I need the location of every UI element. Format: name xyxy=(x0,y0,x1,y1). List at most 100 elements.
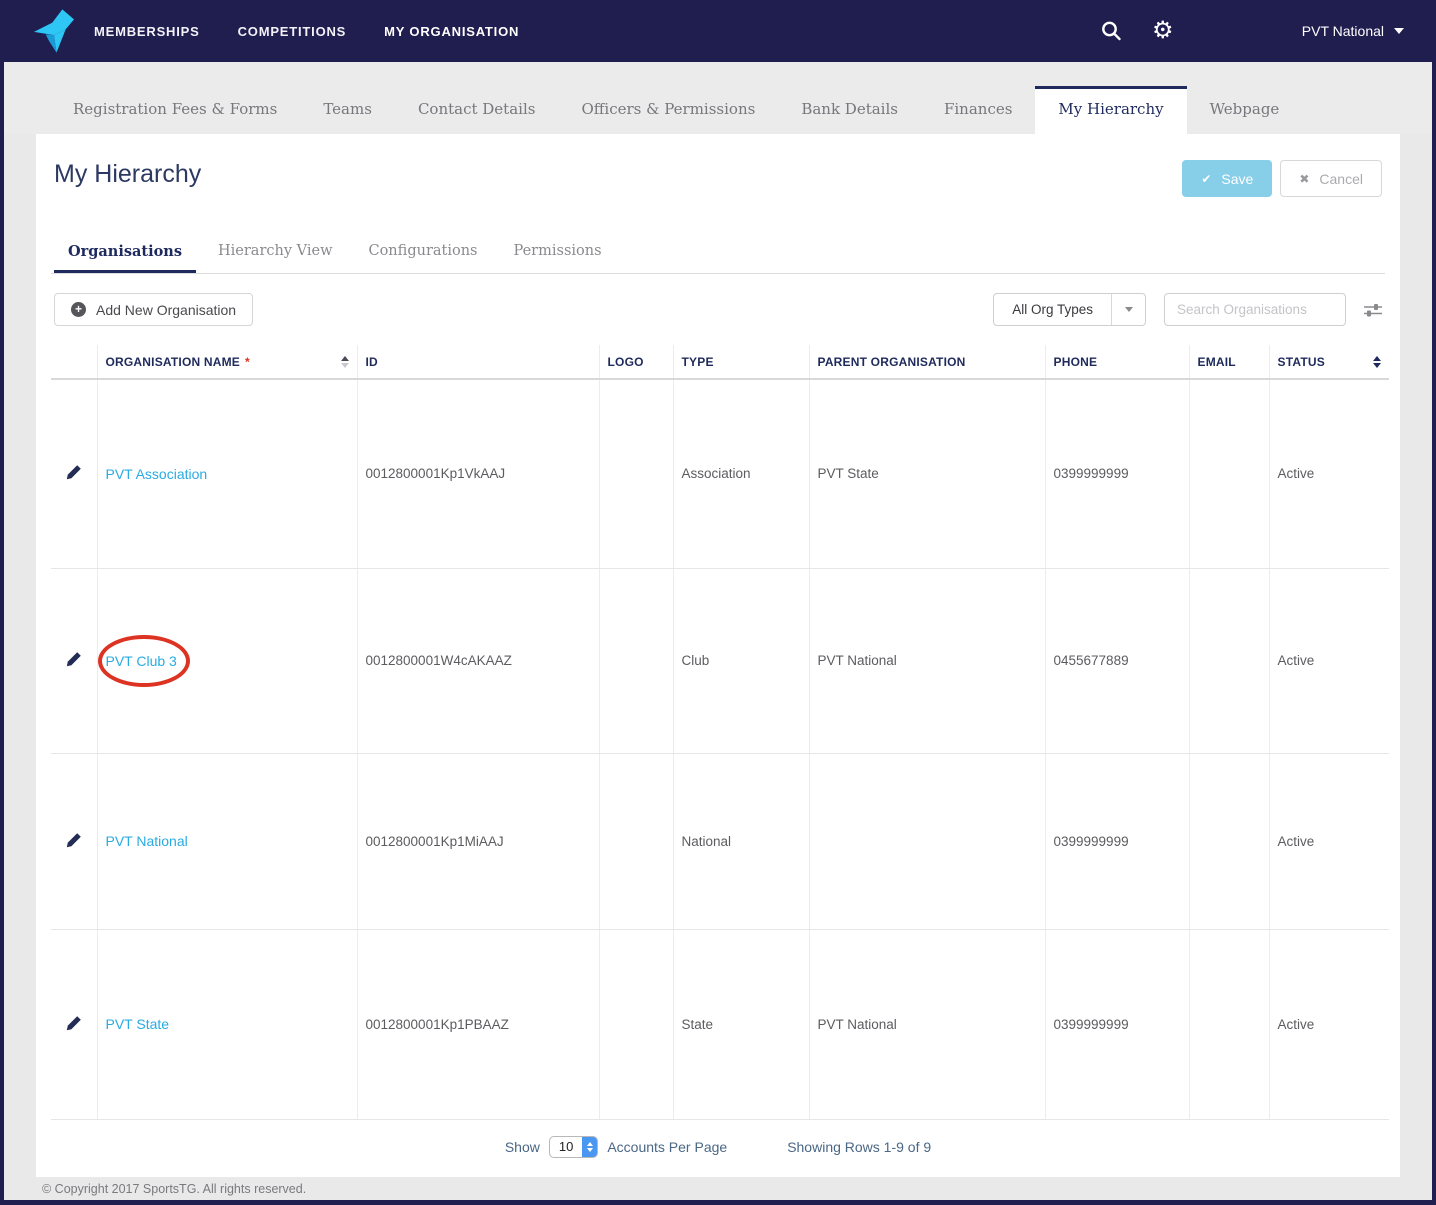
id-cell: 0012800001W4cAKAAZ xyxy=(356,568,599,754)
nav-item-memberships[interactable]: MEMBERSHIPS xyxy=(94,24,200,39)
subtab-configurations[interactable]: Configurations xyxy=(354,233,491,273)
tab-contact-details[interactable]: Contact Details xyxy=(395,86,559,134)
tab-teams[interactable]: Teams xyxy=(300,86,395,134)
column-label: ORGANISATION NAME xyxy=(105,354,241,369)
column-header-id[interactable]: ID xyxy=(356,345,599,380)
column-header-parent-organisation[interactable]: PARENT ORGANISATION xyxy=(808,345,1045,380)
table-header-row: ORGANISATION NAME * ID LOGO TYPE PARENT … xyxy=(51,345,1389,380)
chevron-down-icon xyxy=(1394,28,1404,34)
settings-gear-icon[interactable]: ⚙ xyxy=(1150,18,1176,44)
tab-webpage[interactable]: Webpage xyxy=(1187,86,1303,134)
dropdown-arrow-zone xyxy=(1111,294,1145,325)
logo-cell xyxy=(598,568,673,754)
stepper-icon xyxy=(582,1136,598,1157)
parent-cell xyxy=(808,753,1045,930)
phone-cell: 0399999999 xyxy=(1044,379,1189,569)
org-switcher-dropdown[interactable]: PVT National xyxy=(1302,23,1404,39)
pagination-bar: Show 10 Accounts Per Page Showing Rows 1… xyxy=(51,1135,1385,1158)
sort-icon[interactable] xyxy=(1373,355,1381,368)
email-cell xyxy=(1188,929,1269,1120)
tab-my-hierarchy[interactable]: My Hierarchy xyxy=(1035,86,1187,134)
save-button[interactable]: ✔ Save xyxy=(1182,160,1273,197)
table-row: PVT State 0012800001Kp1PBAAZ State PVT N… xyxy=(51,929,1389,1120)
tab-officers-permissions[interactable]: Officers & Permissions xyxy=(558,86,778,134)
subtab-organisations[interactable]: Organisations xyxy=(54,233,196,273)
parent-cell: PVT National xyxy=(808,929,1045,1120)
phone-cell: 0455677889 xyxy=(1044,568,1189,754)
edit-pencil-icon[interactable] xyxy=(66,651,82,667)
advanced-filter-icon[interactable] xyxy=(1364,302,1382,318)
organisation-name-cell: PVT Association xyxy=(96,379,357,569)
column-header-email[interactable]: EMAIL xyxy=(1188,345,1269,380)
logo-cell xyxy=(598,929,673,1120)
toolbar-filters: All Org Types xyxy=(993,293,1382,326)
edit-pencil-icon[interactable] xyxy=(66,1015,82,1031)
close-icon: ✖ xyxy=(1299,171,1310,186)
per-page-value: 10 xyxy=(558,1139,574,1154)
org-type-filter-dropdown[interactable]: All Org Types xyxy=(993,293,1146,326)
tab-finances[interactable]: Finances xyxy=(921,86,1035,134)
nav-item-my-organisation[interactable]: MY ORGANISATION xyxy=(384,24,519,39)
organisations-table: ORGANISATION NAME * ID LOGO TYPE PARENT … xyxy=(51,345,1389,1120)
org-switcher-label: PVT National xyxy=(1301,23,1384,39)
search-organisations-input[interactable] xyxy=(1164,293,1346,326)
column-header-organisation-name[interactable]: ORGANISATION NAME * xyxy=(96,345,357,380)
table-row: PVT National 0012800001Kp1MiAAJ National… xyxy=(51,753,1389,930)
phone-cell: 0399999999 xyxy=(1044,929,1189,1120)
parent-cell: PVT State xyxy=(808,379,1045,569)
add-new-organisation-button[interactable]: + Add New Organisation xyxy=(54,293,254,326)
organisation-name-link[interactable]: PVT National xyxy=(106,833,188,849)
type-cell: Club xyxy=(672,568,809,754)
page-header: My Hierarchy ✔ Save ✖ Cancel xyxy=(51,134,1385,197)
logo-cell xyxy=(598,753,673,930)
navbar-right: ⚙ PVT National xyxy=(1098,18,1404,44)
my-hierarchy-panel: My Hierarchy ✔ Save ✖ Cancel Organisatio… xyxy=(36,134,1400,1177)
save-button-label: Save xyxy=(1221,170,1254,187)
subtab-permissions[interactable]: Permissions xyxy=(500,233,616,273)
phone-cell: 0399999999 xyxy=(1044,753,1189,930)
per-page-control: Show 10 Accounts Per Page xyxy=(505,1135,728,1158)
cancel-button[interactable]: ✖ Cancel xyxy=(1280,160,1382,197)
per-page-select[interactable]: 10 xyxy=(548,1135,599,1158)
page-title: My Hierarchy xyxy=(54,160,202,188)
column-label: STATUS xyxy=(1277,354,1325,369)
edit-pencil-icon[interactable] xyxy=(66,464,82,480)
rows-summary: Showing Rows 1-9 of 9 xyxy=(787,1138,932,1155)
per-page-label: Accounts Per Page xyxy=(607,1138,728,1155)
tab-bank-details[interactable]: Bank Details xyxy=(778,86,921,134)
edit-pencil-icon[interactable] xyxy=(66,832,82,848)
id-cell: 0012800001Kp1PBAAZ xyxy=(356,929,599,1120)
sort-asc-icon[interactable] xyxy=(340,355,349,368)
email-cell xyxy=(1188,379,1269,569)
required-marker: * xyxy=(245,354,250,369)
organisation-name-cell: PVT State xyxy=(96,929,357,1120)
primary-nav: MEMBERSHIPS COMPETITIONS MY ORGANISATION xyxy=(94,24,519,39)
table-toolbar: + Add New Organisation All Org Types xyxy=(51,293,1385,326)
column-header-phone[interactable]: PHONE xyxy=(1044,345,1189,380)
status-cell: Active xyxy=(1268,568,1389,754)
column-header-status[interactable]: STATUS xyxy=(1268,345,1389,380)
column-header-logo[interactable]: LOGO xyxy=(598,345,673,380)
org-type-filter-value: All Org Types xyxy=(1012,302,1093,317)
type-cell: National xyxy=(672,753,809,930)
organisation-name-link[interactable]: PVT Association xyxy=(106,466,208,482)
logo-cell xyxy=(598,379,673,569)
add-button-label: Add New Organisation xyxy=(96,301,237,318)
sub-tabstrip: Organisations Hierarchy View Configurati… xyxy=(51,233,1385,274)
search-icon[interactable] xyxy=(1098,18,1124,44)
chevron-down-icon xyxy=(1124,307,1133,312)
nav-item-competitions[interactable]: COMPETITIONS xyxy=(238,24,347,39)
sportstg-logo-icon[interactable] xyxy=(34,9,74,53)
organisation-name-link[interactable]: PVT State xyxy=(106,1016,170,1032)
subtab-hierarchy-view[interactable]: Hierarchy View xyxy=(204,233,346,273)
top-navbar: MEMBERSHIPS COMPETITIONS MY ORGANISATION… xyxy=(4,0,1432,62)
column-header-type[interactable]: TYPE xyxy=(672,345,809,380)
id-cell: 0012800001Kp1MiAAJ xyxy=(356,753,599,930)
tab-registration-fees-forms[interactable]: Registration Fees & Forms xyxy=(50,86,300,134)
edit-cell xyxy=(51,568,97,754)
edit-cell xyxy=(51,379,97,569)
organisation-name-link[interactable]: PVT Club 3 xyxy=(106,653,177,669)
content-area: My Hierarchy ✔ Save ✖ Cancel Organisatio… xyxy=(4,134,1432,1177)
edit-cell xyxy=(51,753,97,930)
main-tabstrip: Registration Fees & Forms Teams Contact … xyxy=(4,62,1432,134)
